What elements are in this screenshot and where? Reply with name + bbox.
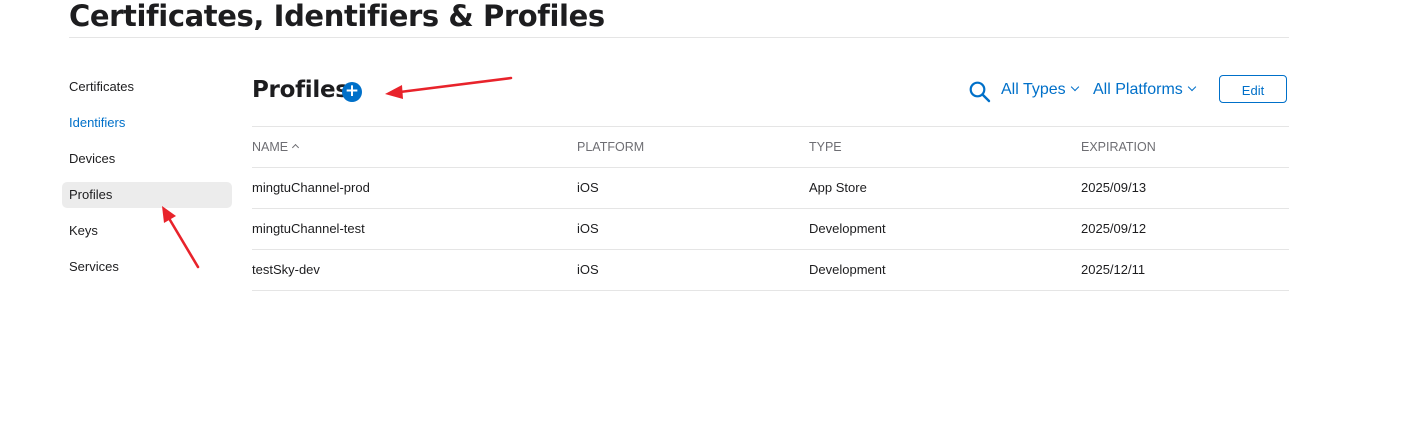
search-icon xyxy=(969,81,991,103)
profile-type: App Store xyxy=(809,180,867,195)
chevron-down-icon xyxy=(1070,82,1079,92)
profile-type: Development xyxy=(809,221,886,236)
profile-expiration: 2025/09/13 xyxy=(1081,180,1147,195)
profile-expiration: 2025/09/12 xyxy=(1081,221,1147,236)
sidebar-item-services[interactable]: Services xyxy=(62,254,232,280)
annotation-arrow-to-add-button xyxy=(385,76,513,99)
table-header-row: NAME PLATFORM TYPE EXPIRATION xyxy=(252,126,1289,167)
profile-name: testSky-dev xyxy=(252,262,320,277)
sidebar-item-certificates[interactable]: Certificates xyxy=(62,74,232,100)
sidebar: Certificates Identifiers Devices Profile… xyxy=(62,74,232,290)
profile-expiration: 2025/12/11 xyxy=(1081,262,1146,277)
profile-platform: iOS xyxy=(577,221,599,236)
edit-button[interactable]: Edit xyxy=(1219,75,1287,103)
profile-platform: iOS xyxy=(577,180,599,195)
profile-name: mingtuChannel-prod xyxy=(252,180,370,195)
platform-filter-label: All Platforms xyxy=(1093,81,1183,98)
name-column-header[interactable]: NAME xyxy=(252,127,300,167)
table-row[interactable]: mingtuChannel-test iOS Development 2025/… xyxy=(252,208,1289,249)
platform-filter-dropdown[interactable]: All Platforms xyxy=(1093,78,1197,102)
add-profile-button[interactable]: + xyxy=(342,82,362,102)
type-filter-dropdown[interactable]: All Types xyxy=(1001,78,1079,102)
section-title: Profiles xyxy=(252,77,349,103)
profile-name: mingtuChannel-test xyxy=(252,221,365,236)
sidebar-item-identifiers[interactable]: Identifiers xyxy=(62,110,232,136)
page-title: Certificates, Identifiers & Profiles xyxy=(69,0,605,33)
type-column-header[interactable]: TYPE xyxy=(809,127,842,167)
name-header-label: NAME xyxy=(252,140,289,154)
search-button[interactable] xyxy=(968,80,992,104)
profiles-table: NAME PLATFORM TYPE EXPIRATION mingtuChan… xyxy=(252,126,1289,291)
chevron-up-icon xyxy=(292,143,300,152)
sidebar-item-keys[interactable]: Keys xyxy=(62,218,232,244)
sidebar-item-profiles[interactable]: Profiles xyxy=(62,182,232,208)
table-row[interactable]: testSky-dev iOS Development 2025/12/11 xyxy=(252,249,1289,291)
type-filter-label: All Types xyxy=(1001,81,1066,98)
title-divider xyxy=(69,37,1289,38)
table-row[interactable]: mingtuChannel-prod iOS App Store 2025/09… xyxy=(252,167,1289,208)
plus-circle-icon: + xyxy=(344,81,360,101)
profile-platform: iOS xyxy=(577,262,599,277)
platform-column-header[interactable]: PLATFORM xyxy=(577,127,644,167)
sidebar-item-devices[interactable]: Devices xyxy=(62,146,232,172)
chevron-down-icon xyxy=(1187,82,1197,92)
expiration-column-header[interactable]: EXPIRATION xyxy=(1081,127,1156,167)
profile-type: Development xyxy=(809,262,886,277)
